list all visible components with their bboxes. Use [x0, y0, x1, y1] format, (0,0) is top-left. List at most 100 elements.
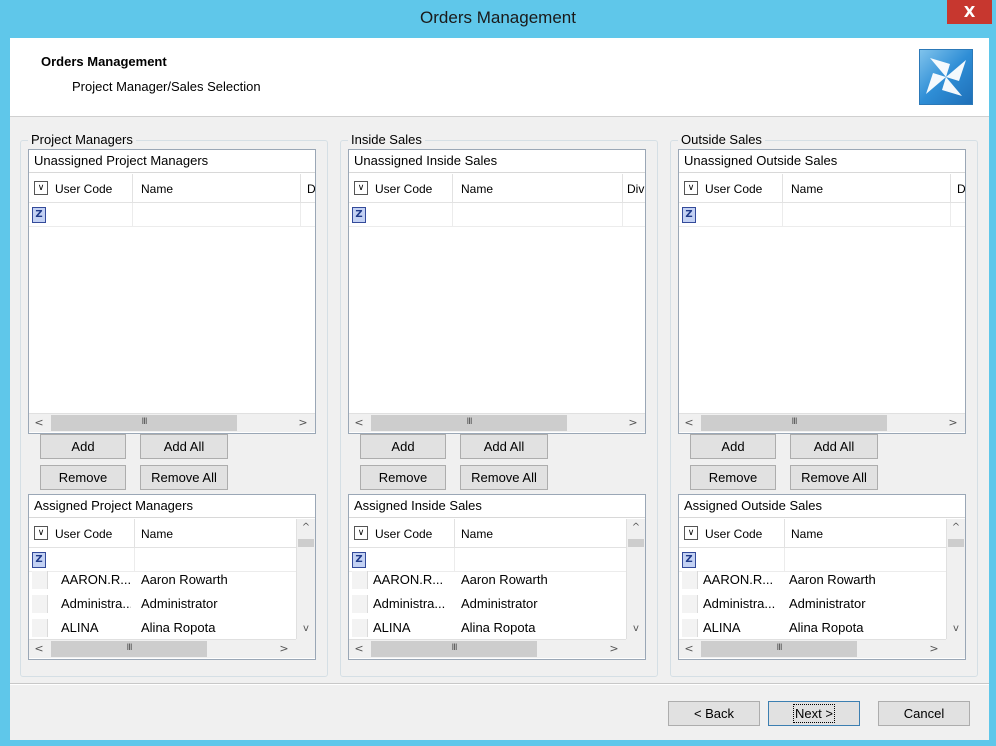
unassigned-inside-sales-grid[interactable]: Unassigned Inside Sales ∨ User Code Name…: [348, 149, 646, 434]
column-header-user-code[interactable]: ∨ User Code: [29, 174, 133, 203]
column-header-user-code[interactable]: ∨ User Code: [679, 519, 785, 548]
row-selector[interactable]: [32, 619, 48, 637]
column-header-name[interactable]: Name: [455, 519, 626, 548]
column-header-partial[interactable]: D: [951, 174, 965, 203]
table-row[interactable]: Administra... Administrator: [29, 592, 296, 616]
scroll-thumb[interactable]: III: [701, 641, 857, 657]
vertical-scrollbar[interactable]: ^ v: [946, 519, 965, 639]
assigned-outside-sales-grid[interactable]: Assigned Outside Sales ∨ User Code Name …: [678, 494, 966, 660]
scroll-thumb[interactable]: [628, 539, 644, 547]
scroll-left-icon[interactable]: <: [679, 414, 699, 432]
scroll-thumb[interactable]: III: [51, 641, 207, 657]
column-header-name[interactable]: Name: [783, 174, 951, 203]
scroll-left-icon[interactable]: <: [29, 640, 49, 658]
table-row[interactable]: Administra... Administrator: [349, 592, 626, 616]
horizontal-scrollbar[interactable]: < III >: [29, 413, 315, 432]
horizontal-scrollbar[interactable]: < III >: [349, 413, 645, 432]
scroll-down-icon[interactable]: v: [627, 620, 645, 638]
column-header-name[interactable]: Name: [135, 519, 296, 548]
row-selector[interactable]: [352, 619, 368, 637]
scroll-left-icon[interactable]: <: [349, 414, 369, 432]
scroll-down-icon[interactable]: v: [947, 620, 965, 638]
column-header-name[interactable]: Name: [133, 174, 301, 203]
row-selector[interactable]: [352, 571, 368, 589]
table-row[interactable]: ALINA Alina Ropota: [29, 616, 296, 640]
scroll-thumb[interactable]: III: [371, 641, 537, 657]
remove-inside-sales-button[interactable]: Remove: [360, 465, 446, 490]
back-button[interactable]: < Back: [668, 701, 760, 726]
scroll-up-icon[interactable]: ^: [947, 519, 965, 537]
table-row[interactable]: AARON.R... Aaron Rowarth: [679, 568, 946, 592]
scroll-left-icon[interactable]: <: [29, 414, 49, 432]
column-header-partial[interactable]: Div: [623, 174, 645, 203]
scroll-thumb[interactable]: III: [371, 415, 567, 431]
add-all-inside-sales-button[interactable]: Add All: [460, 434, 548, 459]
scroll-thumb[interactable]: III: [701, 415, 887, 431]
row-selector[interactable]: [682, 595, 698, 613]
horizontal-scrollbar[interactable]: < III >: [29, 639, 296, 658]
vertical-scrollbar[interactable]: ^ v: [626, 519, 645, 639]
filter-row[interactable]: Z: [349, 203, 645, 227]
close-button[interactable]: X: [947, 0, 992, 24]
add-project-manager-button[interactable]: Add: [40, 434, 126, 459]
column-chooser-icon[interactable]: ∨: [354, 181, 368, 195]
filter-row[interactable]: Z: [679, 203, 965, 227]
filter-row[interactable]: Z: [29, 203, 315, 227]
column-chooser-icon[interactable]: ∨: [34, 526, 48, 540]
next-button[interactable]: Next >: [768, 701, 860, 726]
assigned-inside-sales-grid[interactable]: Assigned Inside Sales ∨ User Code Name Z…: [348, 494, 646, 660]
row-selector[interactable]: [682, 571, 698, 589]
scroll-right-icon[interactable]: >: [293, 414, 313, 432]
remove-all-outside-sales-button[interactable]: Remove All: [790, 465, 878, 490]
scroll-left-icon[interactable]: <: [349, 640, 369, 658]
scroll-right-icon[interactable]: >: [604, 640, 624, 658]
column-header-name[interactable]: Name: [453, 174, 623, 203]
table-row[interactable]: ALINA Alina Ropota: [679, 616, 946, 640]
column-header-user-code[interactable]: ∨ User Code: [349, 519, 455, 548]
add-outside-sales-button[interactable]: Add: [690, 434, 776, 459]
table-row[interactable]: ALINA Alina Ropota: [349, 616, 626, 640]
scroll-thumb[interactable]: III: [51, 415, 237, 431]
column-header-user-code[interactable]: ∨ User Code: [679, 174, 783, 203]
add-inside-sales-button[interactable]: Add: [360, 434, 446, 459]
scroll-right-icon[interactable]: >: [924, 640, 944, 658]
remove-outside-sales-button[interactable]: Remove: [690, 465, 776, 490]
remove-all-project-managers-button[interactable]: Remove All: [140, 465, 228, 490]
column-chooser-icon[interactable]: ∨: [684, 526, 698, 540]
row-selector[interactable]: [32, 595, 48, 613]
horizontal-scrollbar[interactable]: < III >: [679, 639, 946, 658]
add-all-project-managers-button[interactable]: Add All: [140, 434, 228, 459]
vertical-scrollbar[interactable]: ^ v: [296, 519, 315, 639]
scroll-right-icon[interactable]: >: [274, 640, 294, 658]
scroll-left-icon[interactable]: <: [679, 640, 699, 658]
add-all-outside-sales-button[interactable]: Add All: [790, 434, 878, 459]
table-row[interactable]: AARON.R... Aaron Rowarth: [349, 568, 626, 592]
assigned-project-managers-grid[interactable]: Assigned Project Managers ∨ User Code Na…: [28, 494, 316, 660]
column-header-name[interactable]: Name: [785, 519, 946, 548]
row-selector[interactable]: [682, 619, 698, 637]
scroll-right-icon[interactable]: >: [943, 414, 963, 432]
scroll-up-icon[interactable]: ^: [627, 519, 645, 537]
cancel-button[interactable]: Cancel: [878, 701, 970, 726]
column-header-partial[interactable]: D: [301, 174, 315, 203]
remove-project-manager-button[interactable]: Remove: [40, 465, 126, 490]
horizontal-scrollbar[interactable]: < III >: [679, 413, 965, 432]
row-selector[interactable]: [32, 571, 48, 589]
scroll-thumb[interactable]: [298, 539, 314, 547]
horizontal-scrollbar[interactable]: < III >: [349, 639, 626, 658]
unassigned-outside-sales-grid[interactable]: Unassigned Outside Sales ∨ User Code Nam…: [678, 149, 966, 434]
column-chooser-icon[interactable]: ∨: [684, 181, 698, 195]
scroll-right-icon[interactable]: >: [623, 414, 643, 432]
column-header-user-code[interactable]: ∨ User Code: [349, 174, 453, 203]
table-row[interactable]: AARON.R... Aaron Rowarth: [29, 568, 296, 592]
remove-all-inside-sales-button[interactable]: Remove All: [460, 465, 548, 490]
row-selector[interactable]: [352, 595, 368, 613]
column-chooser-icon[interactable]: ∨: [354, 526, 368, 540]
table-row[interactable]: Administra... Administrator: [679, 592, 946, 616]
scroll-up-icon[interactable]: ^: [297, 519, 315, 537]
scroll-thumb[interactable]: [948, 539, 964, 547]
scroll-down-icon[interactable]: v: [297, 620, 315, 638]
column-header-user-code[interactable]: ∨ User Code: [29, 519, 135, 548]
unassigned-project-managers-grid[interactable]: Unassigned Project Managers ∨ User Code …: [28, 149, 316, 434]
column-chooser-icon[interactable]: ∨: [34, 181, 48, 195]
